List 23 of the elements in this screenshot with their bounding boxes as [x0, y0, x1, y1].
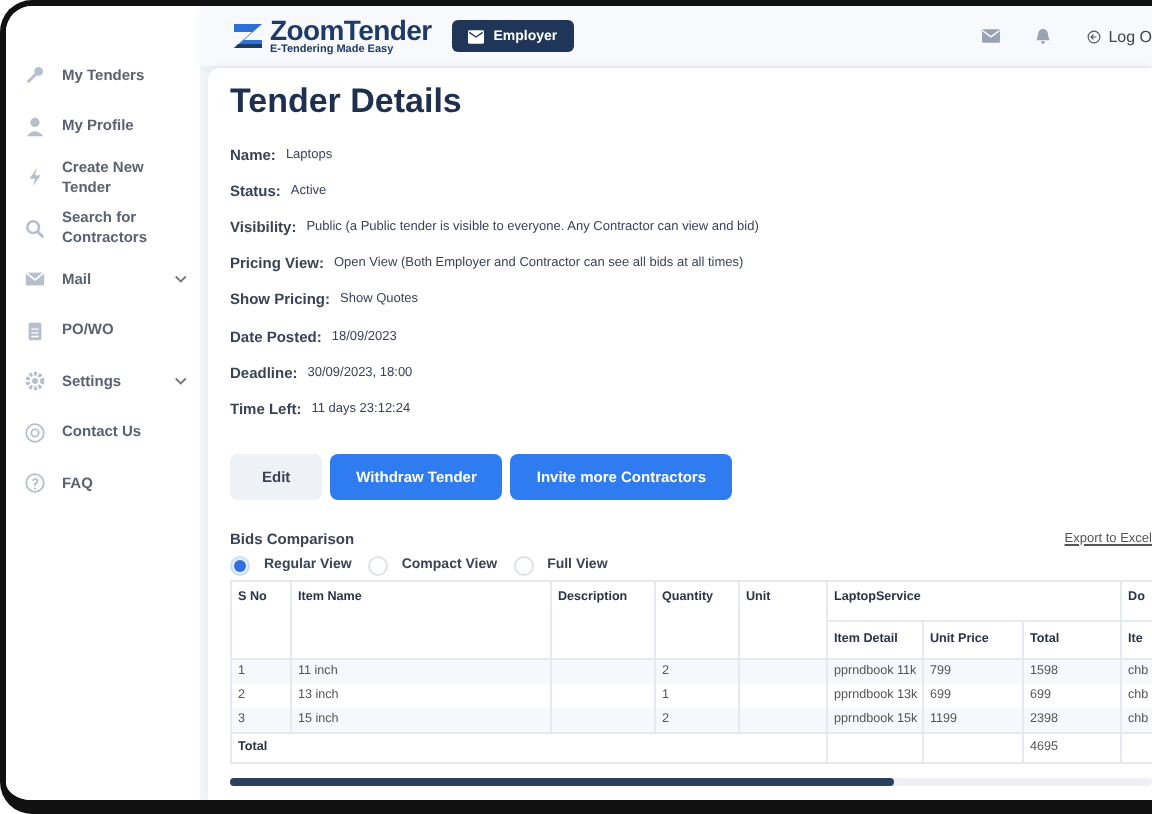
- envelope-icon: [467, 29, 484, 43]
- radio-button[interactable]: [230, 555, 250, 575]
- question-icon: [24, 472, 46, 494]
- logout-icon: [1086, 29, 1103, 43]
- mail-icon[interactable]: [982, 28, 1001, 44]
- search-icon: [24, 217, 46, 239]
- envelope-icon: [24, 268, 46, 290]
- logo-name: ZoomTender: [270, 16, 432, 44]
- bolt-icon: [24, 166, 46, 188]
- gear-icon: [24, 370, 46, 392]
- logout-link[interactable]: Log O: [1086, 27, 1152, 45]
- clipboard-icon: [24, 319, 46, 341]
- radio-button[interactable]: [513, 555, 534, 575]
- radio-button[interactable]: [367, 555, 388, 575]
- chevron-down-icon: [174, 376, 188, 386]
- wrench-icon: [24, 64, 46, 86]
- horizontal-scrollbar[interactable]: [230, 777, 1152, 785]
- page-title: Tender Details: [230, 82, 464, 122]
- person-icon: [24, 115, 46, 137]
- logo-icon: [232, 22, 264, 50]
- chevron-down-icon: [174, 274, 188, 284]
- at-sign-icon: [24, 421, 46, 443]
- bell-icon[interactable]: [1034, 28, 1053, 44]
